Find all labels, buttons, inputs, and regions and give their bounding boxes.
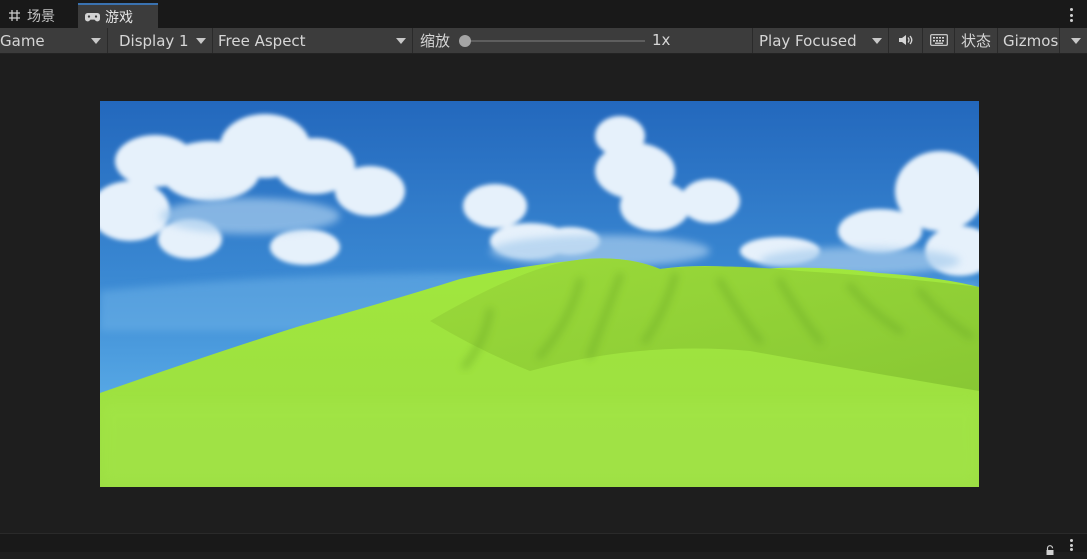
game-render-image bbox=[100, 101, 979, 487]
display-label: Display 1 bbox=[119, 31, 189, 50]
tab-game[interactable]: 游戏 bbox=[78, 3, 158, 28]
stats-button[interactable]: 状态 bbox=[955, 28, 998, 53]
toolbar-divider bbox=[1059, 28, 1060, 53]
more-options-icon[interactable] bbox=[1070, 539, 1074, 551]
aspect-ratio-label: Free Aspect bbox=[218, 31, 306, 50]
view-type-label: Game bbox=[0, 31, 45, 50]
zoom-slider-thumb[interactable] bbox=[459, 35, 471, 47]
zoom-label: 缩放 bbox=[420, 32, 451, 50]
play-mode-label: Play Focused bbox=[759, 31, 857, 50]
gizmos-dropdown[interactable]: Gizmos bbox=[998, 28, 1087, 53]
tab-bar: 场景 游戏 bbox=[0, 0, 1087, 29]
gamepad-icon bbox=[85, 9, 100, 24]
chevron-down-icon bbox=[1071, 38, 1081, 44]
tab-game-label: 游戏 bbox=[105, 9, 133, 26]
keyboard-icon bbox=[929, 32, 948, 50]
play-mode-dropdown[interactable]: Play Focused bbox=[753, 28, 889, 53]
tab-scene[interactable]: 场景 bbox=[0, 3, 62, 28]
chevron-down-icon bbox=[196, 38, 206, 44]
view-type-dropdown[interactable]: Game bbox=[0, 28, 108, 53]
gizmos-label: Gizmos bbox=[1003, 31, 1059, 50]
game-toolbar: Game Display 1 Free Aspect 缩放 1x Play Fo… bbox=[0, 28, 1087, 54]
bottom-panel-header bbox=[0, 533, 1087, 555]
lock-icon[interactable] bbox=[1045, 540, 1055, 555]
aspect-ratio-dropdown[interactable]: Free Aspect bbox=[213, 28, 413, 53]
game-viewport[interactable] bbox=[0, 54, 1087, 533]
more-options-icon[interactable] bbox=[1070, 8, 1074, 22]
tab-scene-label: 场景 bbox=[27, 8, 55, 25]
mute-audio-button[interactable] bbox=[889, 28, 923, 53]
stats-label: 状态 bbox=[960, 32, 991, 50]
zoom-control: 缩放 1x bbox=[413, 28, 753, 53]
chevron-down-icon bbox=[872, 38, 882, 44]
speaker-icon bbox=[898, 32, 914, 50]
zoom-slider-track[interactable] bbox=[465, 40, 645, 42]
hash-grid-icon bbox=[7, 8, 22, 23]
chevron-down-icon bbox=[91, 38, 101, 44]
zoom-value: 1x bbox=[652, 31, 671, 49]
display-dropdown[interactable]: Display 1 bbox=[108, 28, 213, 53]
keyboard-shortcuts-button[interactable] bbox=[923, 28, 955, 53]
chevron-down-icon bbox=[396, 38, 406, 44]
